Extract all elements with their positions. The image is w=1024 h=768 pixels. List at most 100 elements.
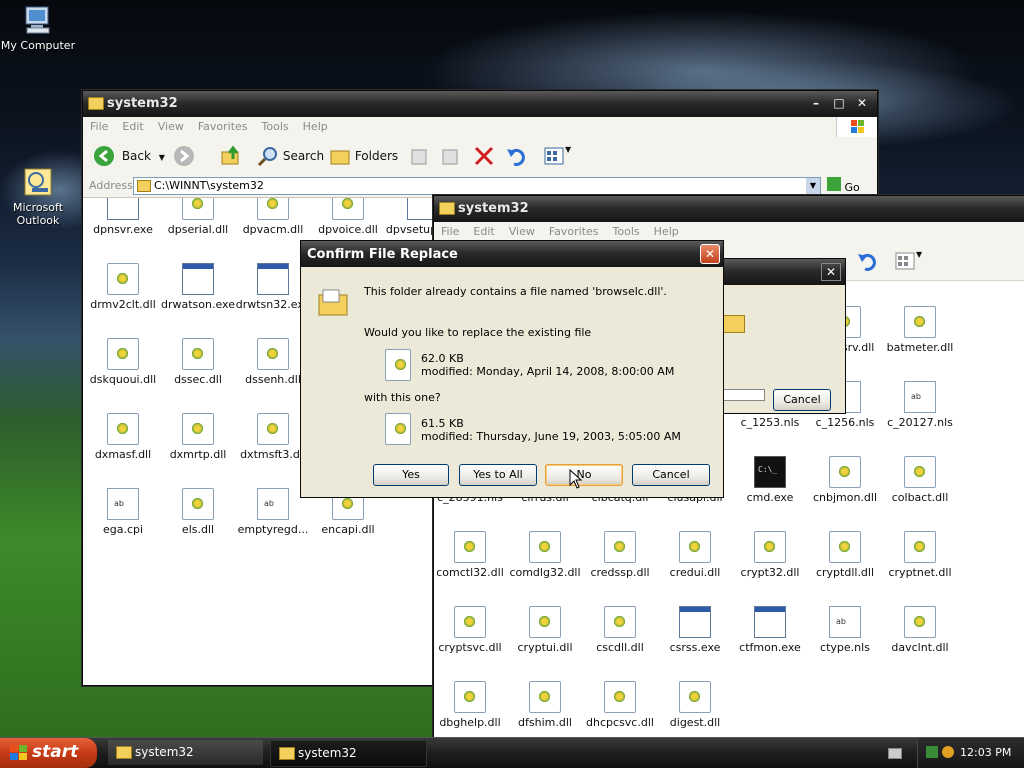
views-button[interactable]: ▼ — [894, 250, 922, 272]
file-item[interactable]: cryptsvc.dll — [434, 606, 508, 654]
file-item[interactable]: dpserial.dll — [160, 198, 236, 236]
file-item[interactable]: digest.dll — [657, 681, 733, 729]
file-name: cryptdll.dll — [815, 566, 875, 579]
file-item[interactable]: credui.dll — [657, 531, 733, 579]
menu-help[interactable]: Help — [647, 222, 686, 241]
file-item[interactable]: cryptnet.dll — [882, 531, 958, 579]
file-item[interactable]: credssp.dll — [582, 531, 658, 579]
file-item[interactable]: dfshim.dll — [507, 681, 583, 729]
up-folder-button[interactable] — [220, 145, 242, 167]
go-button[interactable]: Go — [827, 177, 860, 194]
file-item[interactable]: comdlg32.dll — [507, 531, 583, 579]
file-item[interactable]: dssec.dll — [160, 338, 236, 386]
yes-to-all-button[interactable]: Yes to All — [459, 464, 537, 486]
close-button[interactable]: ✕ — [821, 263, 841, 281]
dll-file-icon — [182, 488, 214, 520]
system-tray: 12:03 PM — [917, 738, 1024, 768]
undo-button[interactable] — [856, 250, 878, 272]
menu-tools[interactable]: Tools — [255, 117, 296, 136]
search-button[interactable]: Search — [257, 145, 324, 167]
window-titlebar[interactable]: system32 — [434, 196, 1024, 222]
file-item[interactable]: cnbjmon.dll — [807, 456, 883, 504]
file-item[interactable]: dxmasf.dll — [85, 413, 161, 461]
dll-file-icon — [904, 456, 936, 488]
close-button[interactable]: ✕ — [700, 244, 720, 264]
chevron-down-icon[interactable]: ▼ — [916, 250, 922, 259]
file-item[interactable]: batmeter.dll — [882, 306, 958, 354]
file-item[interactable]: cmd.exe — [732, 456, 808, 504]
volume-icon[interactable] — [942, 746, 954, 758]
menu-edit[interactable]: Edit — [115, 117, 150, 136]
delete-button[interactable] — [473, 145, 495, 167]
menu-favorites[interactable]: Favorites — [542, 222, 606, 241]
chevron-down-icon[interactable]: ▼ — [159, 153, 165, 162]
forward-button[interactable] — [173, 145, 195, 167]
file-item[interactable]: dskquoui.dll — [85, 338, 161, 386]
file-item[interactable]: dpvoice.dll — [310, 198, 386, 236]
maximize-button[interactable]: □ — [830, 95, 848, 111]
views-button[interactable]: ▼ — [543, 145, 571, 167]
file-item[interactable]: c_20127.nls — [882, 381, 958, 429]
file-item[interactable]: csrss.exe — [657, 606, 733, 654]
file-item[interactable]: drmv2clt.dll — [85, 263, 161, 311]
file-item[interactable]: crypt32.dll — [732, 531, 808, 579]
chevron-down-icon[interactable]: ▼ — [806, 178, 820, 194]
taskbar-item-system32[interactable]: system32 — [108, 740, 263, 765]
menu-tools[interactable]: Tools — [606, 222, 647, 241]
dialog-titlebar[interactable]: Confirm File Replace ✕ — [301, 241, 723, 267]
existing-modified: modified: Monday, April 14, 2008, 8:00:0… — [421, 365, 675, 378]
yes-button[interactable]: Yes — [373, 464, 449, 486]
desktop-icon-my-computer[interactable]: My Computer — [0, 4, 78, 52]
menu-file[interactable]: File — [83, 117, 115, 136]
minimize-button[interactable]: – — [807, 95, 825, 111]
file-item[interactable]: drwatson.exe — [160, 263, 236, 311]
dll-file-icon — [107, 263, 139, 295]
back-button[interactable]: Back ▼ — [93, 145, 165, 167]
close-button[interactable]: ✕ — [853, 95, 871, 111]
menu-view[interactable]: View — [151, 117, 191, 136]
file-item[interactable]: ega.cpi — [85, 488, 161, 536]
copy-to-button[interactable] — [440, 145, 462, 167]
folder-icon — [88, 97, 104, 110]
file-item[interactable]: cryptui.dll — [507, 606, 583, 654]
cancel-button[interactable]: Cancel — [773, 389, 831, 411]
file-item[interactable]: cscdll.dll — [582, 606, 658, 654]
file-item[interactable]: davclnt.dll — [882, 606, 958, 654]
network-icon[interactable] — [926, 746, 938, 758]
confirm-file-replace-dialog[interactable]: Confirm File Replace ✕ This folder alrea… — [300, 240, 724, 498]
menu-edit[interactable]: Edit — [466, 222, 501, 241]
menu-help[interactable]: Help — [296, 117, 335, 136]
file-name: cmd.exe — [746, 491, 794, 504]
menu-favorites[interactable]: Favorites — [191, 117, 255, 136]
start-button[interactable]: start — [0, 738, 97, 768]
back-label: Back — [121, 149, 151, 163]
move-to-button[interactable] — [409, 145, 431, 167]
taskbar-item-system32-active[interactable]: system32 — [270, 740, 427, 767]
back-arrow-icon — [94, 146, 114, 166]
file-item[interactable]: dxmrtp.dll — [160, 413, 236, 461]
file-item[interactable]: dpnsvr.exe — [85, 198, 161, 236]
file-item[interactable]: dpvacm.dll — [235, 198, 311, 236]
menu-view[interactable]: View — [502, 222, 542, 241]
file-item[interactable]: colbact.dll — [882, 456, 958, 504]
file-item[interactable]: dhcpcsvc.dll — [582, 681, 658, 729]
chevron-down-icon[interactable]: ▼ — [565, 145, 571, 154]
folder-icon — [279, 747, 295, 760]
dll-file-icon — [904, 531, 936, 563]
file-item[interactable]: dbghelp.dll — [434, 681, 508, 729]
address-field[interactable]: C:\WINNT\system32 ▼ — [133, 177, 821, 195]
keyboard-icon[interactable] — [888, 748, 902, 759]
menu-file[interactable]: File — [434, 222, 466, 241]
clock[interactable]: 12:03 PM — [960, 746, 1011, 759]
file-item[interactable]: cryptdll.dll — [807, 531, 883, 579]
file-item[interactable]: ctype.nls — [807, 606, 883, 654]
window-titlebar[interactable]: system32 – □ ✕ — [83, 91, 877, 117]
file-item[interactable]: ctfmon.exe — [732, 606, 808, 654]
file-item[interactable]: comctl32.dll — [434, 531, 508, 579]
desktop-icon-outlook[interactable]: Microsoft Outlook — [0, 166, 78, 227]
undo-button[interactable] — [505, 145, 527, 167]
folders-button[interactable]: Folders — [329, 145, 398, 167]
no-button[interactable]: No — [545, 464, 623, 486]
cancel-button[interactable]: Cancel — [632, 464, 710, 486]
file-item[interactable]: els.dll — [160, 488, 236, 536]
